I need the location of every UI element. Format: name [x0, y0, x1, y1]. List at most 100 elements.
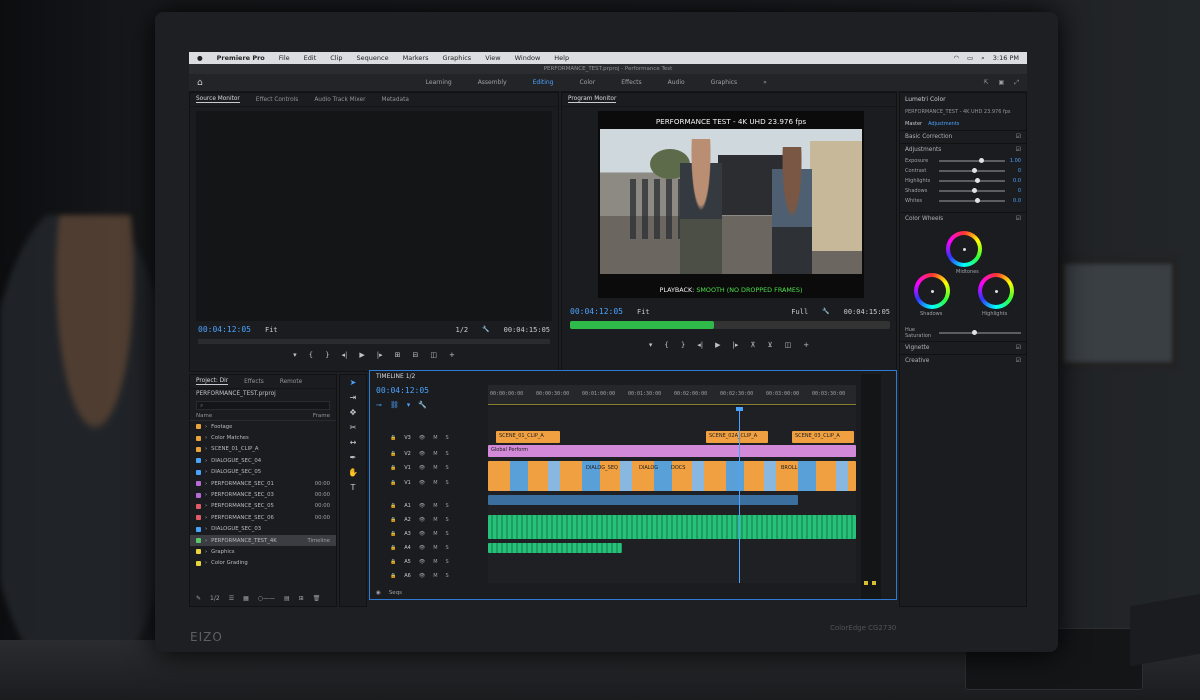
track-header[interactable]: 🔒 A1 👁 M S — [370, 499, 486, 512]
tab-program-monitor[interactable]: Program Monitor — [568, 96, 617, 103]
workspace-graphics[interactable]: Graphics — [711, 79, 738, 86]
program-scrub-bar[interactable] — [570, 321, 890, 329]
zoom-handle-icon[interactable]: ◉ — [376, 590, 381, 596]
app-name[interactable]: Premiere Pro — [217, 54, 265, 62]
project-item[interactable]: › PERFORMANCE_SEC_03 00:00 — [190, 489, 336, 500]
project-item[interactable]: › Footage — [190, 421, 336, 432]
playhead[interactable] — [736, 407, 743, 583]
workspace-effects[interactable]: Effects — [621, 79, 641, 86]
menu-file[interactable]: File — [279, 54, 290, 62]
track-header[interactable]: 🔒 V1 👁 M S — [370, 461, 486, 474]
settings-icon[interactable]: 🔧 — [822, 308, 829, 315]
apple-icon[interactable]: ● — [197, 54, 203, 62]
source-viewer[interactable] — [196, 111, 552, 321]
tab-metadata[interactable]: Metadata — [381, 97, 408, 103]
trash-icon[interactable]: 🗑 — [313, 595, 321, 602]
menu-markers[interactable]: Markers — [403, 54, 429, 62]
menu-clip[interactable]: Clip — [330, 54, 342, 62]
slip-tool-icon[interactable]: ↔ — [340, 435, 366, 450]
track-header[interactable]: 🔒 A2 👁 M S — [370, 513, 486, 526]
project-item[interactable]: › PERFORMANCE_SEC_06 00:00 — [190, 512, 336, 523]
clip-v2[interactable]: Global Perform — [488, 445, 856, 457]
menu-sequence[interactable]: Sequence — [357, 54, 389, 62]
hand-tool-icon[interactable]: ✋ — [340, 465, 366, 480]
program-marker-icon[interactable]: ▾ — [649, 341, 653, 349]
audio-clip-a3[interactable] — [488, 543, 622, 553]
program-out-icon[interactable]: } — [681, 341, 685, 349]
clip-v1-c[interactable]: DOCS — [668, 463, 698, 475]
lumetri-preset-select[interactable]: Adjustments — [928, 121, 959, 127]
tab-effects[interactable]: Effects — [244, 379, 264, 385]
lumetri-slider-highlights[interactable]: Highlights 0.0 — [900, 176, 1026, 186]
highlights-wheel[interactable] — [978, 273, 1014, 309]
menu-graphics[interactable]: Graphics — [442, 54, 471, 62]
track-header[interactable]: 🔒 V1 👁 M S — [370, 476, 486, 489]
source-fit-select[interactable]: Fit — [265, 326, 278, 334]
project-item[interactable]: › Color Grading — [190, 558, 336, 569]
add-marker-icon[interactable]: ▾ — [293, 351, 297, 359]
workspace-color[interactable]: Color — [580, 79, 596, 86]
project-item[interactable]: › Graphics — [190, 546, 336, 557]
clip-v3-b[interactable]: SCENE_02A_CLIP_A — [706, 431, 768, 443]
workspace-editing[interactable]: Editing — [533, 79, 554, 86]
hue-saturation-slider[interactable]: Hue Saturation — [900, 325, 1026, 341]
track-select-tool-icon[interactable]: ⇥ — [340, 390, 366, 405]
project-item[interactable]: › SCENE_01_CLIP_A — [190, 444, 336, 455]
lumetri-slider-exposure[interactable]: Exposure 1.00 — [900, 156, 1026, 166]
razor-tool-icon[interactable]: ✂ — [340, 420, 366, 435]
type-tool-icon[interactable]: T — [340, 480, 366, 495]
menu-window[interactable]: Window — [515, 54, 541, 62]
lumetri-wheels-section[interactable]: Color Wheels ☑ — [900, 212, 1026, 225]
menubar-clock[interactable]: 3:16 PM — [993, 54, 1019, 62]
selection-tool-icon[interactable]: ➤ — [340, 375, 366, 390]
write-icon[interactable]: ✎ — [196, 595, 201, 602]
export-frame-icon[interactable]: ◫ — [430, 351, 437, 359]
search-icon[interactable]: ⌕ — [981, 54, 985, 63]
lumetri-basic-section[interactable]: Basic Correction ☑ — [900, 130, 1026, 143]
export-icon[interactable]: ⇱ — [983, 79, 988, 87]
project-search-input[interactable]: ⌕ — [196, 401, 330, 410]
audio-clip-a2[interactable] — [488, 515, 856, 539]
add-button-icon[interactable]: + — [449, 351, 455, 359]
project-item[interactable]: › DIALOGUE_SEC_04 — [190, 455, 336, 466]
fullscreen-icon[interactable]: ⤢ — [1014, 79, 1019, 87]
zoom-slider[interactable]: ○—— — [258, 595, 275, 602]
project-item[interactable]: › PERFORMANCE_SEC_05 00:00 — [190, 501, 336, 512]
clip-v1-d[interactable]: BROLL — [778, 463, 808, 475]
linked-icon[interactable]: ⛓ — [390, 401, 399, 409]
timeline-settings-icon[interactable]: 🔧 — [418, 401, 427, 409]
column-frame[interactable]: Frame — [313, 413, 330, 419]
lift-icon[interactable]: ⊼ — [750, 341, 755, 349]
project-item[interactable]: › DIALOGUE_SEC_05 — [190, 467, 336, 478]
program-add-icon[interactable]: + — [803, 341, 809, 349]
step-back-icon[interactable]: ◂| — [342, 351, 348, 359]
source-timecode[interactable]: 00:04:12:05 — [198, 325, 251, 334]
lumetri-slider-whites[interactable]: Whites 0.0 — [900, 196, 1026, 206]
insert-icon[interactable]: ⊞ — [395, 351, 401, 359]
lumetri-vignette-section[interactable]: Vignette ☑ — [900, 341, 1026, 354]
program-step-back-icon[interactable]: ◂| — [697, 341, 703, 349]
tab-source-monitor[interactable]: Source Monitor — [196, 96, 240, 103]
lumetri-slider-shadows[interactable]: Shadows 0 — [900, 186, 1026, 196]
shadows-wheel[interactable] — [914, 273, 950, 309]
program-quality-select[interactable]: Full — [791, 308, 808, 316]
track-header[interactable]: 🔒 A5 👁 M S — [370, 555, 486, 568]
new-item-icon[interactable]: ⊞ — [299, 595, 304, 602]
midtones-wheel[interactable] — [946, 231, 982, 267]
overwrite-icon[interactable]: ⊟ — [413, 351, 419, 359]
ripple-edit-tool-icon[interactable]: ✥ — [340, 405, 366, 420]
track-header[interactable]: 🔒 V2 👁 M S — [370, 447, 486, 460]
timeline-ruler[interactable]: 00:00:00:00 00:00:30:00 00:01:00:00 00:01:3… — [488, 385, 856, 405]
tab-project[interactable]: Project: Dir — [196, 378, 229, 385]
pen-tool-icon[interactable]: ✒ — [340, 450, 366, 465]
project-item[interactable]: › DIALOGUE_SEC_03 — [190, 524, 336, 535]
clip-v3-a[interactable]: SCENE_01_CLIP_A — [496, 431, 560, 443]
project-item[interactable]: › Color Matches — [190, 432, 336, 443]
list-view-icon[interactable]: ☰ — [229, 595, 234, 602]
timeline-timecode[interactable]: 00:04:12:05 — [376, 386, 429, 395]
icon-view-icon[interactable]: ▦ — [243, 595, 249, 602]
workspace-assembly[interactable]: Assembly — [478, 79, 507, 86]
play-icon[interactable]: ▶ — [359, 351, 364, 359]
timeline-tab[interactable]: TIMELINE 1/2 — [370, 371, 896, 383]
wrench-icon[interactable]: 🔧 — [482, 326, 489, 333]
